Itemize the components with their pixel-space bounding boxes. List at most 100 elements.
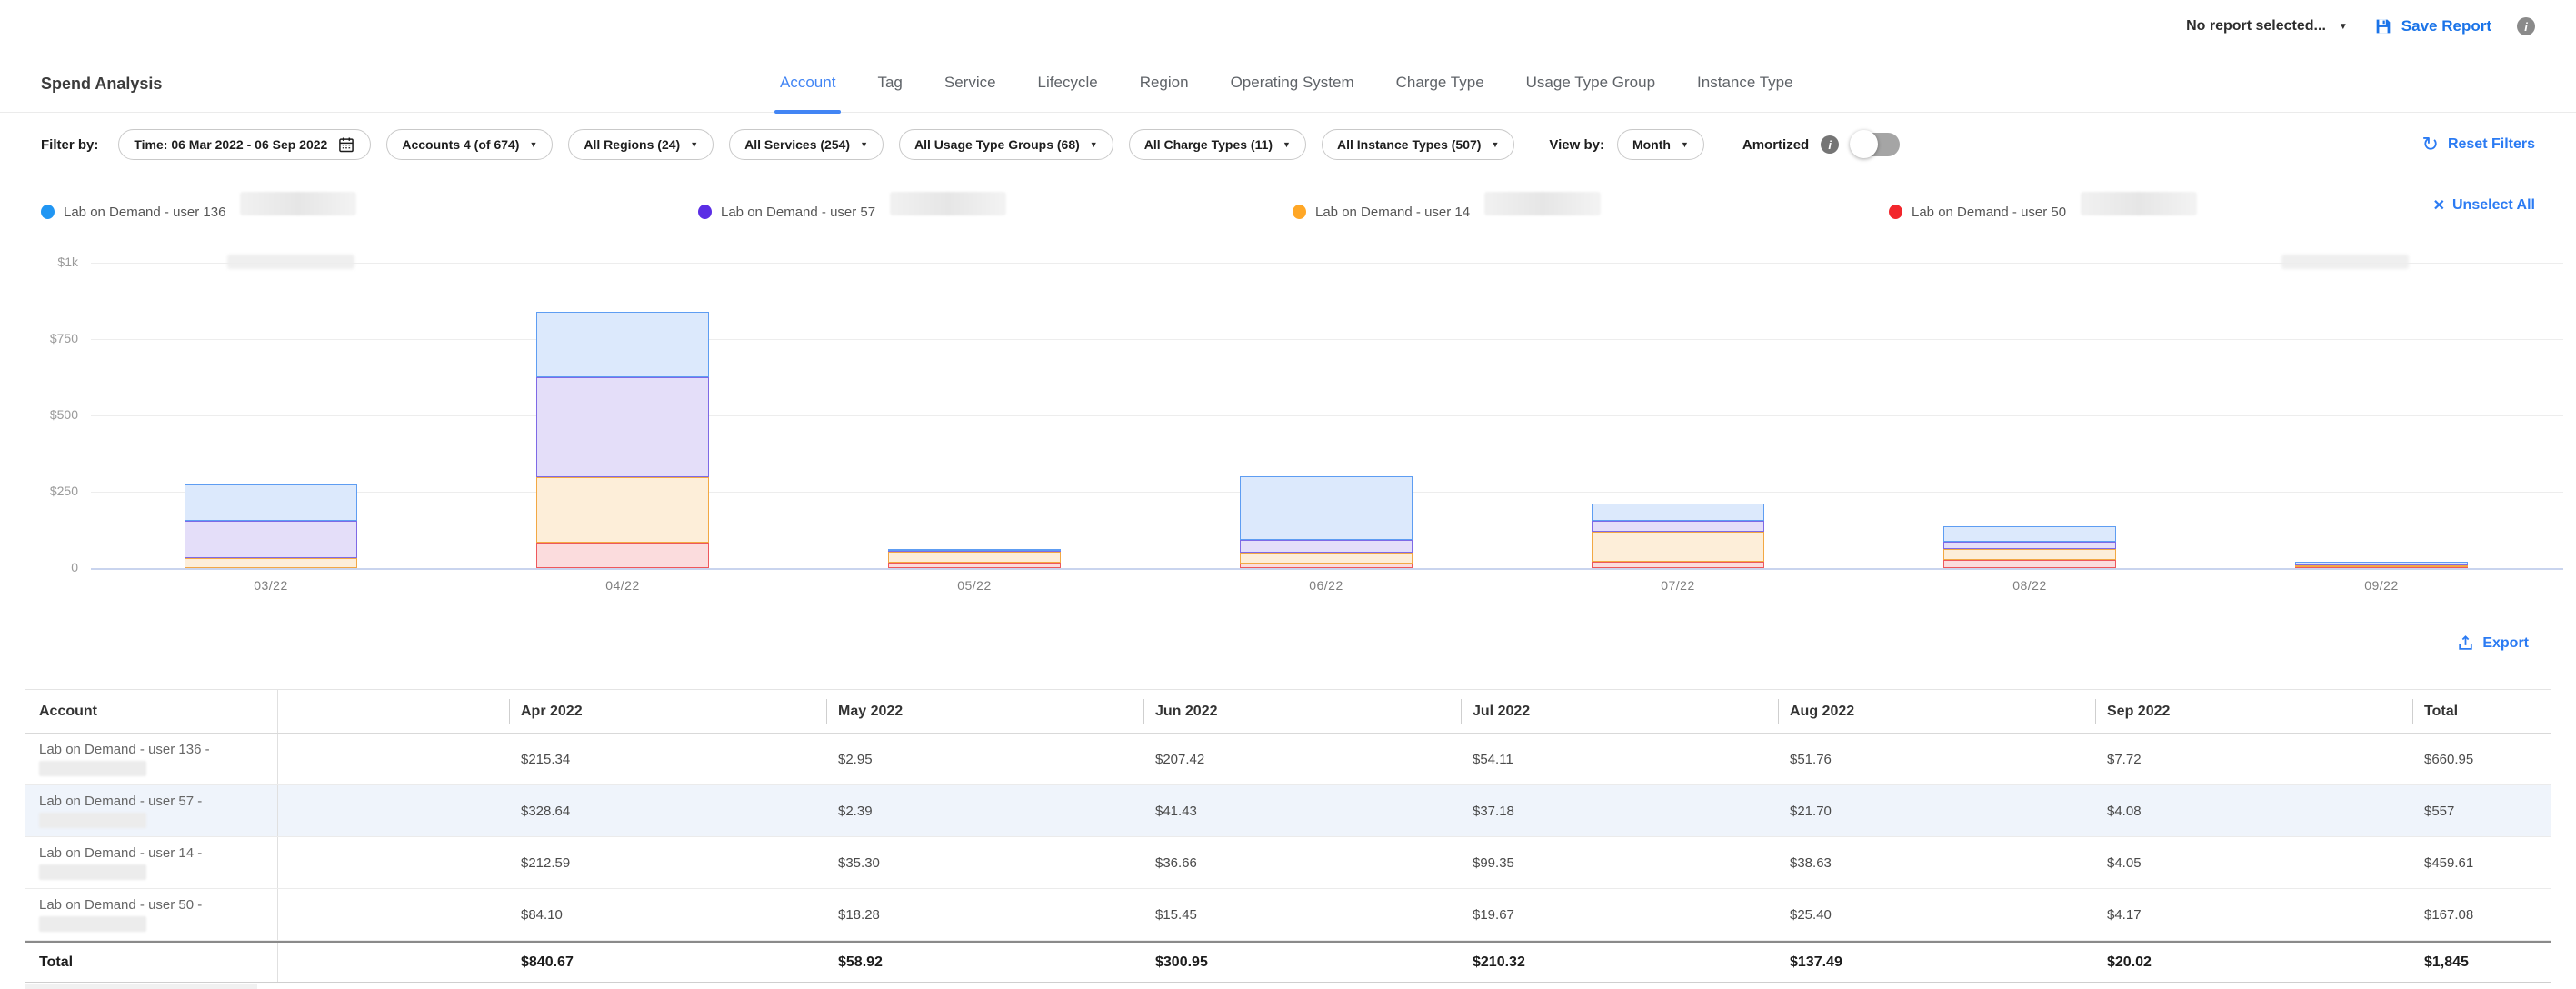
bar-segment-lab-on-demand-user-57[interactable] <box>536 377 709 477</box>
account-name: Lab on Demand - user 136 - <box>39 742 210 757</box>
bar-segment-lab-on-demand-user-136[interactable] <box>888 549 1061 551</box>
filter-pill-charge-types-filter[interactable]: All Charge Types (11)▼ <box>1129 129 1306 160</box>
tab-operating-system[interactable]: Operating System <box>1231 53 1354 113</box>
bar-segment-lab-on-demand-user-57[interactable] <box>1943 542 2116 548</box>
bar-segment-lab-on-demand-user-14[interactable] <box>185 558 357 568</box>
table-row[interactable]: Lab on Demand - user 57 -$328.64$2.39$41… <box>25 785 2551 837</box>
caret-down-icon: ▼ <box>1681 140 1689 149</box>
tab-service[interactable]: Service <box>944 53 996 113</box>
report-selector-dropdown[interactable]: No report selected... ▼ <box>2186 18 2348 35</box>
bar-segment-lab-on-demand-user-136[interactable] <box>2295 562 2468 564</box>
tab-charge-type[interactable]: Charge Type <box>1396 53 1484 113</box>
bar-segment-lab-on-demand-user-14[interactable] <box>536 477 709 542</box>
filter-pill-label: All Usage Type Groups (68) <box>914 137 1080 152</box>
account-name: Lab on Demand - user 57 - <box>39 794 202 809</box>
value-cell: $35.30 <box>826 837 1143 888</box>
caret-down-icon: ▼ <box>2339 22 2348 32</box>
tab-region[interactable]: Region <box>1140 53 1189 113</box>
redacted-text <box>39 916 146 932</box>
value-cell: $4.05 <box>2095 837 2412 888</box>
table-row[interactable]: Lab on Demand - user 50 -$84.10$18.28$15… <box>25 889 2551 941</box>
unselect-all-button[interactable]: ✕ Unselect All <box>2433 196 2535 215</box>
filter-pill-regions-filter[interactable]: All Regions (24)▼ <box>568 129 714 160</box>
x-axis-tick: 09/22 <box>2295 578 2468 593</box>
bar-segment-lab-on-demand-user-50[interactable] <box>1943 560 2116 568</box>
legend-item-lab-on-demand-user-136[interactable]: Lab on Demand - user 136 <box>41 200 356 224</box>
legend-item-lab-on-demand-user-14[interactable]: Lab on Demand - user 14 <box>1293 200 1601 224</box>
tab-account[interactable]: Account <box>780 53 835 113</box>
value-cell <box>278 734 509 784</box>
bar-segment-lab-on-demand-user-136[interactable] <box>185 484 357 521</box>
tab-lifecycle[interactable]: Lifecycle <box>1038 53 1098 113</box>
x-axis-tick: 04/22 <box>536 578 709 593</box>
value-cell: $459.61 <box>2412 837 2551 888</box>
value-cell: $328.64 <box>509 785 826 836</box>
spend-chart: 0$250$500$750$1k03/2204/2205/2206/2207/2… <box>0 245 2576 609</box>
legend-item-lab-on-demand-user-57[interactable]: Lab on Demand - user 57 <box>698 200 1006 224</box>
bar-segment-lab-on-demand-user-50[interactable] <box>1592 562 1764 568</box>
bar-segment-lab-on-demand-user-14[interactable] <box>1943 549 2116 561</box>
account-cell: Lab on Demand - user 136 - <box>25 734 278 784</box>
value-cell: $7.72 <box>2095 734 2412 784</box>
filter-pill-services-filter[interactable]: All Services (254)▼ <box>729 129 884 160</box>
account-cell: Lab on Demand - user 14 - <box>25 837 278 888</box>
total-value-cell: $1,845 <box>2412 943 2551 982</box>
table-row[interactable]: Lab on Demand - user 14 - $212.59$35.30 $3… <box>25 837 2551 889</box>
amortized-toggle[interactable] <box>1851 133 1900 156</box>
tab-usage-type-group[interactable]: Usage Type Group <box>1526 53 1655 113</box>
view-by-label: View by: <box>1549 137 1604 153</box>
column-header-jul-2022: Jul 2022 <box>1461 690 1778 733</box>
save-report-button[interactable]: Save Report <box>2373 16 2491 36</box>
bar-segment-lab-on-demand-user-50[interactable] <box>1240 564 1413 568</box>
column-header-sep-2022: Sep 2022 <box>2095 690 2412 733</box>
tab-instance-type[interactable]: Instance Type <box>1697 53 1793 113</box>
value-cell: $99.35 <box>1461 837 1778 888</box>
bar-segment-lab-on-demand-user-136[interactable] <box>1943 526 2116 542</box>
bar-segment-lab-on-demand-user-50[interactable] <box>536 543 709 568</box>
export-button[interactable]: Export <box>2457 634 2529 652</box>
bar-segment-lab-on-demand-user-136[interactable] <box>1240 476 1413 540</box>
filter-pill-accounts-filter[interactable]: Accounts 4 (of 674)▼ <box>386 129 553 160</box>
value-cell: $38.63 <box>1778 837 2095 888</box>
value-cell: $212.59 <box>509 837 826 888</box>
view-by-dropdown[interactable]: Month ▼ <box>1617 129 1704 160</box>
bar-segment-lab-on-demand-user-14[interactable] <box>1592 532 1764 562</box>
save-report-label: Save Report <box>2401 17 2491 35</box>
caret-down-icon: ▼ <box>860 140 868 149</box>
caret-down-icon: ▼ <box>1491 140 1499 149</box>
x-axis-tick: 06/22 <box>1240 578 1413 593</box>
redacted-text <box>39 813 146 828</box>
chart-legend: ✕ Unselect All Lab on Demand - user 136 L… <box>0 178 2576 245</box>
table-row[interactable]: Lab on Demand - user 136 -$215.34$2.95$2… <box>25 734 2551 785</box>
account-cell: Lab on Demand - user 50 - <box>25 889 278 940</box>
x-axis-tick: 03/22 <box>185 578 357 593</box>
bar-segment-lab-on-demand-user-14[interactable] <box>1240 553 1413 564</box>
amortized-info-icon[interactable]: i <box>1821 135 1839 154</box>
legend-label: Lab on Demand - user 136 <box>64 205 225 220</box>
toggle-knob <box>1850 130 1878 158</box>
bar-segment-lab-on-demand-user-136[interactable] <box>1592 504 1764 520</box>
value-cell: $21.70 <box>1778 785 2095 836</box>
info-icon[interactable]: i <box>2517 17 2535 35</box>
bar-segment-lab-on-demand-user-14[interactable] <box>888 552 1061 563</box>
report-selector-value: No report selected... <box>2186 18 2326 35</box>
tab-tag[interactable]: Tag <box>877 53 902 113</box>
total-value-cell: $20.02 <box>2095 943 2412 982</box>
filter-pill-usage-type-groups-filter[interactable]: All Usage Type Groups (68)▼ <box>899 129 1113 160</box>
caret-down-icon: ▼ <box>1283 140 1291 149</box>
bar-segment-lab-on-demand-user-50[interactable] <box>888 563 1061 568</box>
legend-item-lab-on-demand-user-50[interactable]: Lab on Demand - user 50 <box>1889 200 2197 224</box>
bar-segment-lab-on-demand-user-57[interactable] <box>1240 540 1413 553</box>
value-cell: $4.17 <box>2095 889 2412 940</box>
bar-segment-lab-on-demand-user-57[interactable] <box>185 521 357 558</box>
bar-segment-lab-on-demand-user-136[interactable] <box>536 312 709 377</box>
bar-segment-lab-on-demand-user-57[interactable] <box>1592 521 1764 532</box>
amortized-label: Amortized <box>1742 137 1809 153</box>
y-axis-tick: 0 <box>0 560 78 574</box>
filter-pill-instance-types-filter[interactable]: All Instance Types (507)▼ <box>1322 129 1514 160</box>
filter-pill-time-filter[interactable]: Time: 06 Mar 2022 - 06 Sep 2022 <box>118 129 371 160</box>
redacted-text <box>890 192 1006 215</box>
y-axis-tick: $750 <box>0 331 78 345</box>
reset-filters-label: Reset Filters <box>2448 136 2535 153</box>
reset-filters-button[interactable]: ↻ Reset Filters <box>2422 135 2535 154</box>
